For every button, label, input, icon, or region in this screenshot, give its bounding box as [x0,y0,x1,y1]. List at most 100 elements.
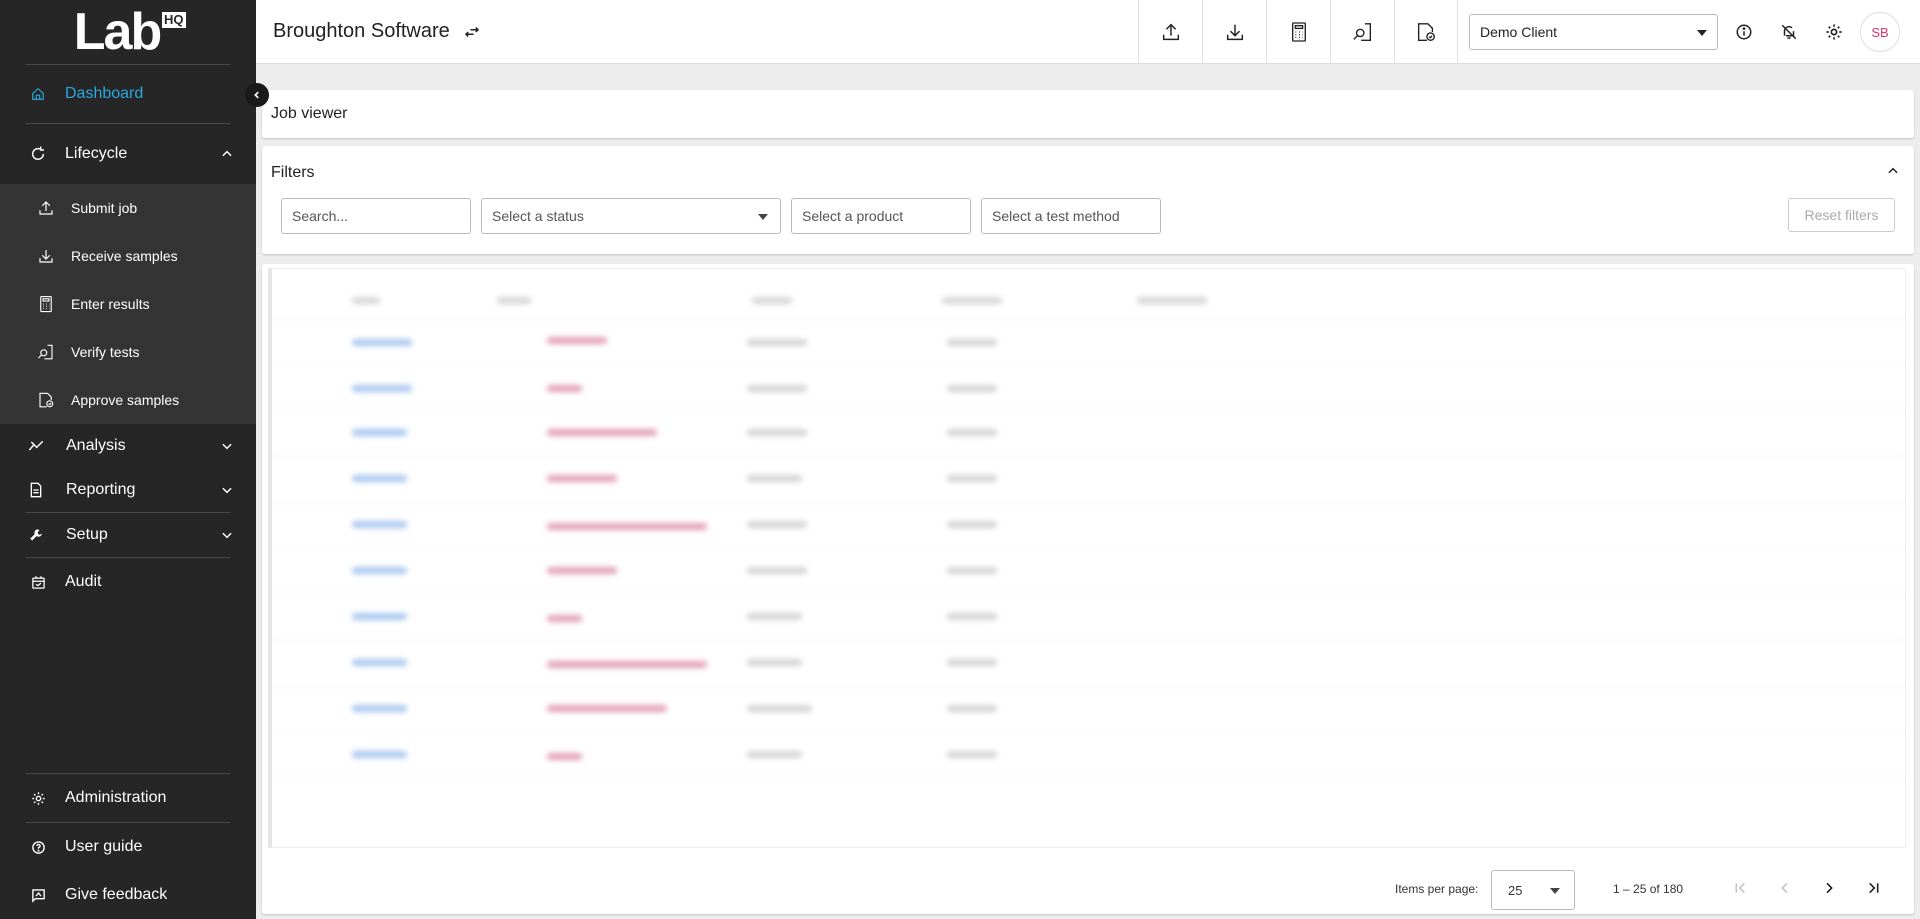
sidebar-item-give-feedback[interactable]: Give feedback [0,871,256,919]
cell-placeholder [747,339,807,346]
approve-icon [1417,23,1435,41]
sidebar-item-label: Audit [65,573,102,590]
avatar-initials: SB [1871,24,1889,40]
sidebar-group-analysis[interactable]: Analysis [0,424,256,468]
status-placeholder: Select a status [492,208,584,224]
cell-placeholder [547,661,707,668]
header-toolbar [1138,0,1458,64]
upload-icon [1162,23,1179,41]
test-method-input[interactable]: Select a test method [981,198,1161,234]
cell-placeholder [947,751,997,758]
table-row [272,365,1905,411]
items-per-page-value: 25 [1508,882,1523,898]
cell-placeholder [747,751,802,758]
sidebar-item-enter-results[interactable]: Enter results [0,280,256,328]
first-page-button[interactable] [1731,878,1751,898]
sidebar-item-receive-samples[interactable]: Receive samples [0,232,256,280]
next-page-button[interactable] [1819,878,1839,898]
cell-placeholder [547,475,617,482]
cell-placeholder [547,523,707,530]
switch-arrows-icon[interactable] [462,22,482,42]
download-icon [1226,24,1243,41]
gear-icon[interactable] [1824,22,1844,42]
cell-placeholder [352,659,407,666]
approve-icon [36,390,56,410]
cell-placeholder [352,339,412,346]
sidebar-item-label: Receive samples [71,248,178,264]
download-icon [36,246,56,266]
calculator-icon [36,294,56,314]
sidebar-item-audit[interactable]: Audit [0,558,256,606]
cell-placeholder [352,705,407,712]
sidebar-group-reporting[interactable]: Reporting [0,468,256,512]
sidebar-item-administration[interactable]: Administration [0,774,256,822]
enter-results-toolbar-button[interactable] [1266,0,1330,64]
chevron-up-icon [220,147,234,161]
cell-placeholder [547,429,657,436]
chevron-down-icon [220,528,234,542]
sidebar-item-user-guide[interactable]: User guide [0,823,256,871]
page-title: Broughton Software [273,20,450,42]
sidebar: Lab HQ Dashboard Lifecycle Submit job Re… [0,0,256,919]
jobs-table-panel: Items per page: 25 1 – 25 of 180 [262,264,1914,914]
cell-placeholder [547,615,582,622]
notifications-off-icon[interactable] [1779,22,1799,42]
page-range: 1 – 25 of 180 [1613,882,1684,896]
approve-samples-toolbar-button[interactable] [1394,0,1458,64]
report-icon [28,482,44,498]
cell-placeholder [947,705,997,712]
cell-placeholder [747,659,802,666]
info-icon[interactable] [1734,22,1754,42]
search-placeholder: Search... [292,208,349,224]
cell-placeholder [547,567,617,574]
lifecycle-submenu: Submit job Receive samples Enter results… [0,184,256,424]
sidebar-item-label: User guide [65,838,143,855]
sidebar-group-lifecycle[interactable]: Lifecycle [0,124,256,184]
submit-job-toolbar-button[interactable] [1138,0,1202,64]
sidebar-item-submit-job[interactable]: Submit job [0,184,256,232]
cell-placeholder [947,659,997,666]
table-row [272,641,1905,687]
cell-placeholder [747,385,807,392]
chevron-up-icon[interactable] [1884,162,1902,180]
cell-placeholder [352,385,412,392]
cell-placeholder [947,475,997,482]
table-row [272,411,1905,457]
cell-placeholder [747,429,807,436]
cell-placeholder [747,705,812,712]
avatar[interactable]: SB [1860,12,1900,52]
help-icon [30,839,46,855]
items-per-page-label: Items per page: [1395,882,1479,896]
last-page-button[interactable] [1863,878,1883,898]
upload-icon [36,198,56,218]
sidebar-collapse-button[interactable] [245,83,269,107]
client-select-value: Demo Client [1480,24,1558,40]
previous-page-button[interactable] [1775,878,1795,898]
product-input[interactable]: Select a product [791,198,971,234]
sidebar-item-dashboard[interactable]: Dashboard [0,65,256,123]
receive-samples-toolbar-button[interactable] [1202,0,1266,64]
sidebar-item-approve-samples[interactable]: Approve samples [0,376,256,424]
cell-placeholder [547,753,582,760]
sidebar-item-verify-tests[interactable]: Verify tests [0,328,256,376]
cell-placeholder [947,339,997,346]
table-row [272,457,1905,503]
first-page-icon [1735,882,1745,894]
section-title: Job viewer [271,105,348,122]
sidebar-bottom: Administration User guide Give feedback [0,773,256,919]
product-placeholder: Select a product [802,208,904,224]
sidebar-group-setup[interactable]: Setup [0,513,256,557]
cell-placeholder [547,385,582,392]
status-select[interactable]: Select a status [481,198,781,234]
table-row [272,733,1905,779]
reset-filters-button[interactable]: Reset filters [1788,198,1895,232]
header-placeholder [352,297,380,304]
search-input[interactable]: Search... [281,198,471,234]
app-logo[interactable]: Lab HQ [0,0,256,64]
header-placeholder [752,297,792,304]
verify-tests-toolbar-button[interactable] [1330,0,1394,64]
table-row [272,595,1905,641]
client-select[interactable]: Demo Client [1469,14,1718,50]
items-per-page-select[interactable]: 25 [1491,870,1575,910]
sidebar-item-label: Verify tests [71,344,140,360]
